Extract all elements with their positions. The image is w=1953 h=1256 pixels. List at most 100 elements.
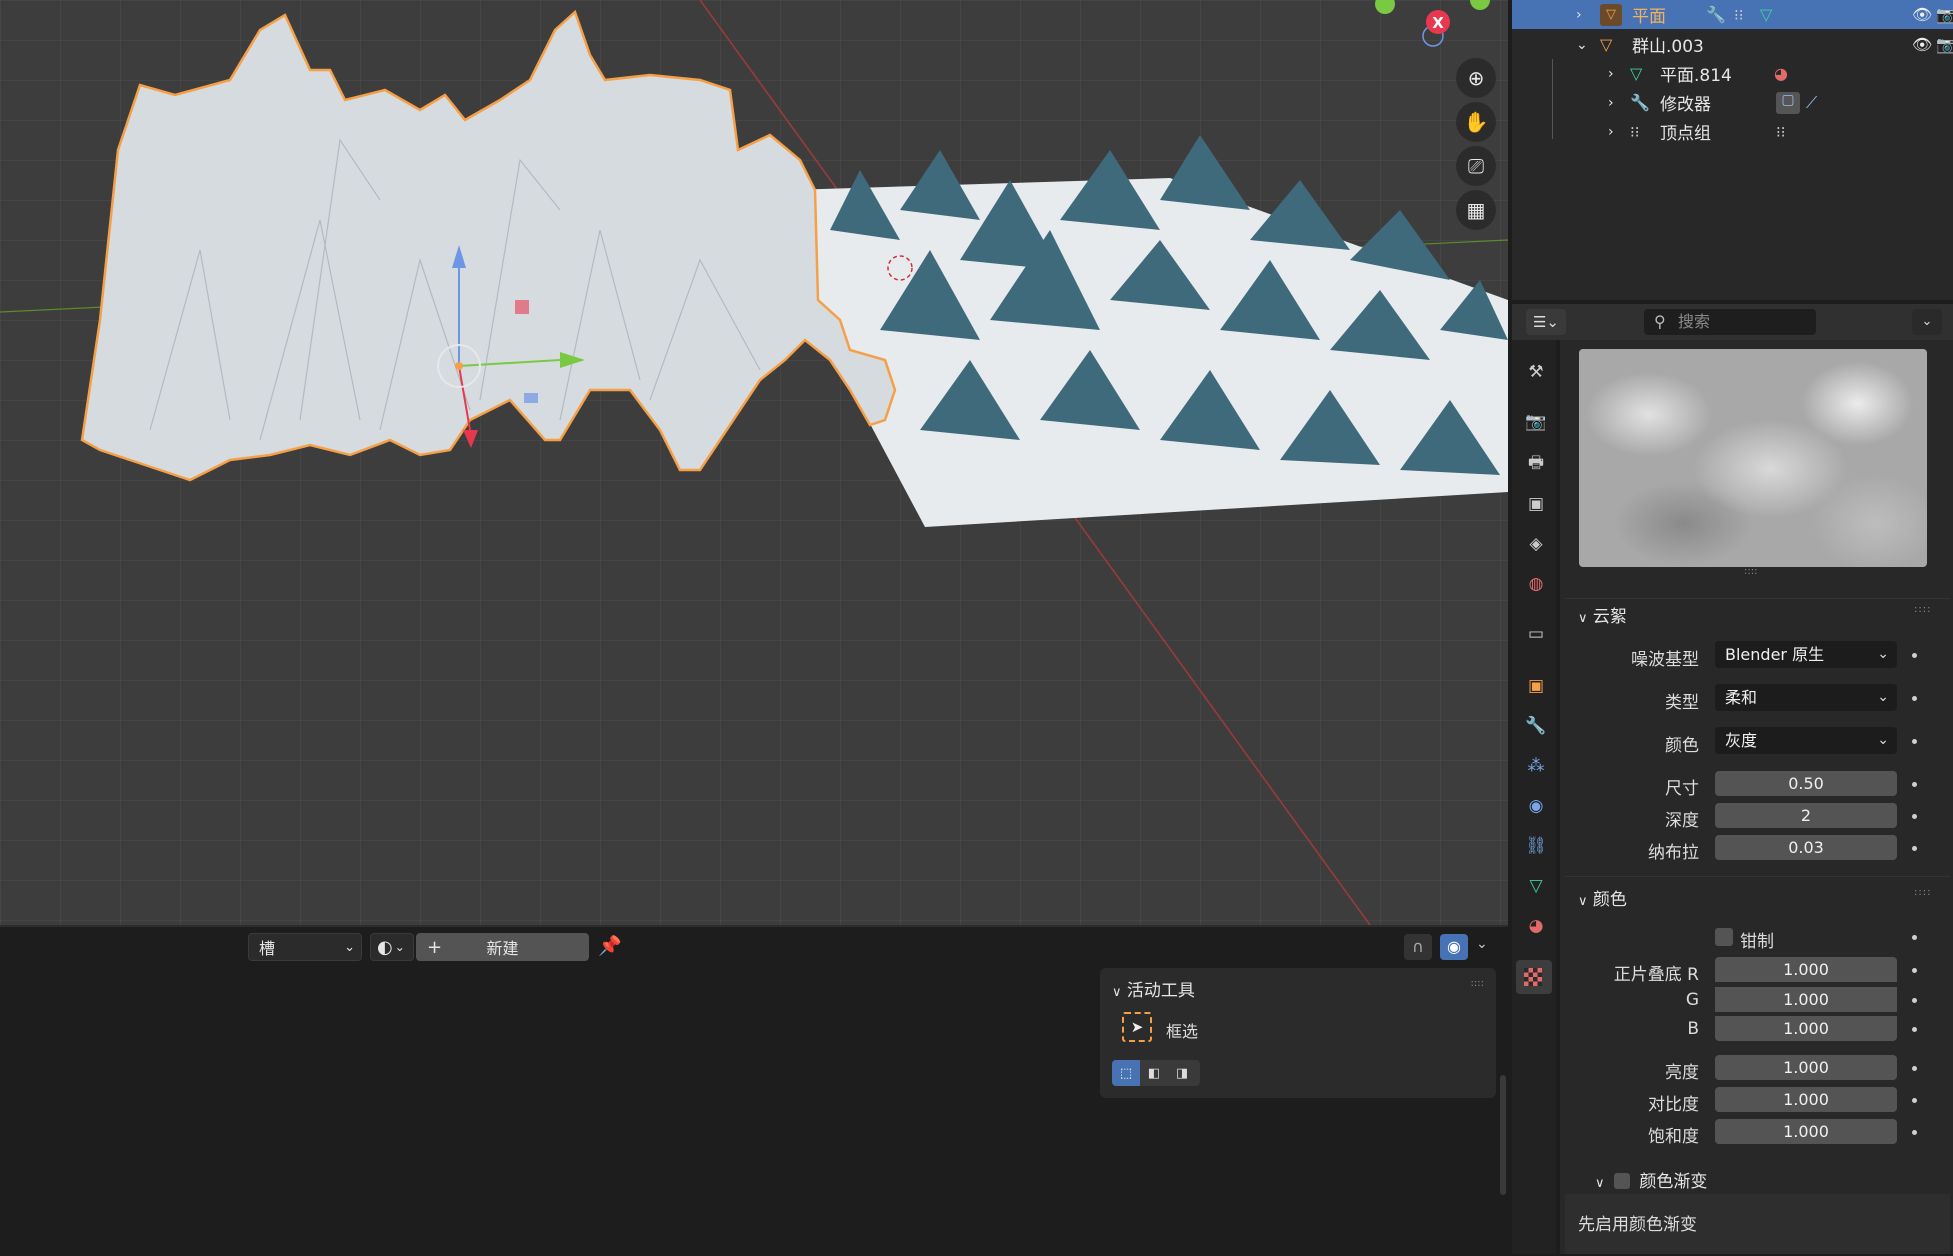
modifier-displace-icon: ⟋ [1806,92,1818,112]
chevron-right-icon[interactable]: › [1608,124,1614,140]
keyframe-dot[interactable] [1912,1130,1917,1135]
color-ramp-header[interactable]: ∨ 颜色渐变 [1595,1167,1707,1192]
chevron-down-icon: ⌄ [394,940,405,954]
drag-grip-icon[interactable]: :::: [1471,978,1484,989]
keyframe-dot[interactable] [1912,814,1917,819]
clamp-checkbox[interactable] [1715,928,1733,946]
eye-icon[interactable]: 👁 [1912,5,1932,24]
zoom-icon[interactable]: ⊕ [1456,58,1496,98]
keyframe-dot[interactable] [1912,1066,1917,1071]
color-mode-value: 灰度 [1725,731,1758,750]
output-tab-icon[interactable]: 🖶 [1524,452,1548,476]
chevron-down-icon[interactable]: ⌄ [1476,936,1488,952]
data-tab-icon[interactable]: ▽ [1524,874,1548,898]
new-texture-button[interactable]: + 新建 [416,933,589,961]
physics-tab-icon[interactable]: ◉ [1524,794,1548,818]
keyframe-dot[interactable] [1912,653,1917,658]
mode-subtract-icon[interactable]: ◨ [1168,1060,1196,1086]
mode-new-icon[interactable]: ⬚ [1112,1060,1140,1086]
active-tool-title: 活动工具 [1126,981,1195,1001]
pan-hand-icon[interactable]: ✋ [1456,102,1496,142]
chevron-down-icon[interactable]: ⌄ [1576,37,1588,53]
world-tab-icon[interactable]: ◍ [1524,572,1548,596]
color-ramp-checkbox[interactable] [1613,1173,1630,1189]
outliner-row-vertex-groups[interactable]: › ⁝⁝ 顶点组 ⁝⁝ [1512,117,1953,146]
multiply-r-label: 正片叠底 R [1613,965,1699,985]
multiply-r-field[interactable]: 1.000 [1715,957,1897,982]
color-ramp-label: 颜色渐变 [1639,1172,1708,1192]
depth-field[interactable]: 2 [1715,803,1897,828]
tool-tab-icon[interactable]: ⚒ [1524,360,1548,384]
keyframe-dot[interactable] [1912,998,1917,1003]
camera-view-icon[interactable]: ⎚ [1456,146,1496,186]
outliner-row-mountains[interactable]: ⌄ ▽ 群山.003 👁 📷 [1512,30,1953,59]
particles-tab-icon[interactable]: ⁂ [1524,754,1548,778]
browse-texture-button[interactable]: ◐ ⌄ [370,933,414,961]
overlay-toggle-icon[interactable]: ◉ [1440,934,1468,960]
texture-tab-active[interactable] [1516,960,1552,994]
brightness-label: 亮度 [1665,1063,1699,1083]
chevron-right-icon[interactable]: › [1608,95,1614,111]
keyframe-dot[interactable] [1912,1027,1917,1032]
mesh-object-icon: ▽ [1600,3,1622,26]
gizmo-y-dot [1375,0,1395,14]
outliner-row-mesh[interactable]: › ▽ 平面.814 ◕ [1512,59,1953,139]
camera-icon[interactable]: 📷 [1936,5,1953,24]
keyframe-dot[interactable] [1912,846,1917,851]
outliner-row-plane[interactable]: › ▽ 平面 🔧 ⁝⁝ ▽ 👁 📷 [1512,0,1953,29]
material-tab-icon[interactable]: ◕ [1524,914,1548,938]
render-tab-icon[interactable]: 📷 [1524,410,1548,434]
camera-icon[interactable]: 📷 [1936,35,1953,54]
slot-dropdown[interactable]: 槽 ⌄ [248,933,362,961]
modifier-subsurf-icon: ▢ [1776,91,1800,114]
vertex-group-icon: ⁝⁝ [1776,122,1786,141]
options-chevron-icon[interactable]: ⌄ [1912,309,1942,335]
object-tab-icon[interactable]: ▣ [1524,674,1548,698]
section-clouds-header[interactable]: ∨ 云絮 [1578,602,1627,627]
perspective-grid-icon[interactable]: ▦ [1456,190,1496,230]
keyframe-dot[interactable] [1912,935,1917,940]
active-tool-header[interactable]: ∨ 活动工具 [1112,976,1195,1001]
g-field[interactable]: 1.000 [1715,987,1897,1012]
editor-type-icon[interactable]: ☰⌄ [1526,309,1566,335]
keyframe-dot[interactable] [1912,782,1917,787]
modifier-tab-icon[interactable]: 🔧 [1524,714,1548,738]
contrast-field[interactable]: 1.000 [1715,1087,1897,1112]
pin-icon[interactable]: 📌 [598,934,622,957]
select-box-tool-icon[interactable]: ➤ [1122,1012,1152,1042]
mesh-object-icon: ▽ [1600,35,1613,54]
scrollbar[interactable] [1500,1075,1506,1195]
snap-magnet-icon[interactable]: ∩ [1404,934,1432,960]
keyframe-dot[interactable] [1912,1098,1917,1103]
chevron-right-icon[interactable]: › [1608,66,1614,82]
size-field[interactable]: 0.50 [1715,771,1897,796]
drag-grip-icon[interactable]: :::: [1914,604,1931,615]
constraints-tab-icon[interactable]: ⛓ [1524,834,1548,858]
brightness-field[interactable]: 1.000 [1715,1055,1897,1080]
mode-extend-icon[interactable]: ◧ [1140,1060,1168,1086]
type-dropdown[interactable]: 柔和 ⌄ [1715,684,1897,711]
keyframe-dot[interactable] [1912,968,1917,973]
collection-tab-icon[interactable]: ▭ [1524,622,1548,646]
noise-basis-dropdown[interactable]: Blender 原生 ⌄ [1715,641,1897,668]
b-field[interactable]: 1.000 [1715,1016,1897,1041]
saturation-field[interactable]: 1.000 [1715,1119,1897,1144]
vertex-group-icon: ⁝⁝ [1734,5,1744,24]
nabla-field[interactable]: 0.03 [1715,835,1897,860]
divider [1565,876,1950,877]
3d-viewport[interactable]: X ⊕ ✋ ⎚ ▦ [0,0,1508,925]
keyframe-dot[interactable] [1912,739,1917,744]
saturation-label: 饱和度 [1648,1127,1699,1147]
outliner-row-modifiers[interactable]: › 🔧 修改器 ▢ ⟋ [1512,88,1953,117]
color-ramp-note: 先启用颜色渐变 [1578,1215,1697,1235]
chevron-right-icon[interactable]: › [1576,7,1582,23]
search-input[interactable]: ⚲ 搜索 [1644,309,1816,335]
keyframe-dot[interactable] [1912,696,1917,701]
drag-grip-icon[interactable]: :::: [1914,887,1931,898]
color-mode-dropdown[interactable]: 灰度 ⌄ [1715,727,1897,754]
eye-icon[interactable]: 👁 [1912,35,1932,54]
section-color-header[interactable]: ∨ 颜色 [1578,885,1627,910]
resize-handle-icon[interactable]: :::: [1744,566,1757,577]
scene-tab-icon[interactable]: ◈ [1524,532,1548,556]
view-layer-tab-icon[interactable]: ▣ [1524,492,1548,516]
